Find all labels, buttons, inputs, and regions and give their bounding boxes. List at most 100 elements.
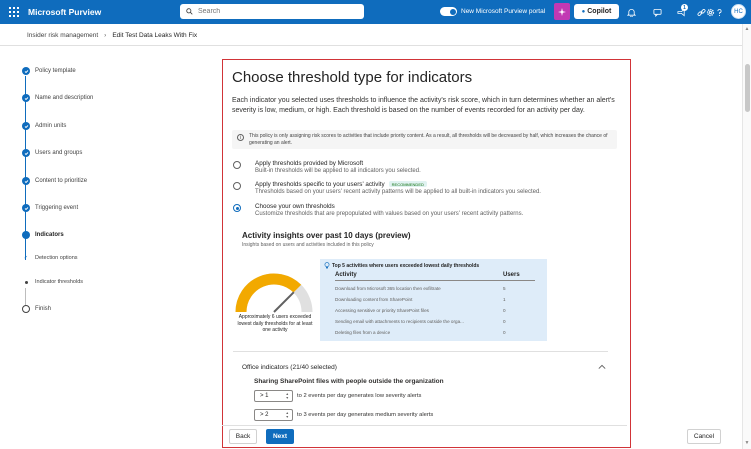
check-icon bbox=[22, 67, 30, 75]
threshold-medium-input[interactable]: > 2 ▲ ▼ bbox=[254, 409, 293, 421]
indicator-section-title: Sharing SharePoint files with people out… bbox=[254, 378, 444, 385]
new-portal-label: New Microsoft Purview portal bbox=[461, 8, 546, 15]
help-icon[interactable] bbox=[712, 5, 726, 19]
copilot-button[interactable]: ● Copilot bbox=[574, 4, 619, 19]
step-admin-units[interactable]: Admin units bbox=[22, 122, 66, 130]
radio-button-selected[interactable] bbox=[233, 204, 241, 212]
next-button[interactable]: Next bbox=[266, 429, 294, 444]
app-name[interactable]: Microsoft Purview bbox=[28, 7, 101, 17]
check-icon bbox=[22, 204, 30, 212]
threshold-value: > 1 bbox=[260, 393, 269, 399]
users-gauge bbox=[235, 273, 313, 313]
office-indicators-accordion[interactable]: Office indicators (21/40 selected) bbox=[242, 364, 337, 371]
accordion-divider bbox=[233, 351, 608, 352]
avatar[interactable]: HC bbox=[731, 4, 746, 19]
step-finish[interactable]: Finish bbox=[22, 305, 51, 313]
top-activities-card: Top 5 activities where users exceeded lo… bbox=[320, 259, 547, 341]
option-title-text: Apply thresholds specific to your users'… bbox=[255, 181, 385, 188]
lightbulb-icon bbox=[324, 262, 330, 269]
step-label: Name and description bbox=[35, 95, 94, 101]
users-cell: 1 bbox=[503, 297, 506, 302]
activity-cell: Sending email with attachments to recipi… bbox=[335, 319, 464, 324]
step-label: Indicators bbox=[35, 232, 64, 238]
activity-cell: Deleting files from a device bbox=[335, 330, 391, 335]
search-icon bbox=[186, 8, 193, 15]
check-icon bbox=[22, 149, 30, 157]
step-content-to-prioritize[interactable]: Content to prioritize bbox=[22, 177, 87, 185]
column-activity: Activity bbox=[335, 272, 357, 278]
spin-button-icon[interactable]: ▲ ▼ bbox=[286, 411, 289, 419]
new-portal-toggle[interactable] bbox=[440, 7, 457, 16]
notification-badge: 1 bbox=[681, 4, 688, 11]
breadcrumb-current: Edit Test Data Leaks With Fix bbox=[112, 32, 198, 39]
table-header-divider bbox=[335, 280, 535, 281]
users-cell: 0 bbox=[503, 330, 506, 335]
option-title: Choose your own thresholds bbox=[255, 203, 335, 210]
step-label: Detection options bbox=[35, 255, 78, 261]
option-description: Built-in thresholds will be applied to a… bbox=[255, 168, 421, 174]
users-cell: 5 bbox=[503, 286, 506, 291]
chevron-up-icon[interactable] bbox=[598, 364, 606, 370]
breadcrumb-parent[interactable]: Insider risk management bbox=[27, 32, 98, 39]
scroll-down-icon[interactable]: ▼ bbox=[745, 440, 750, 446]
option-description: Customize thresholds that are prepopulat… bbox=[255, 211, 524, 217]
top-header: Microsoft Purview bbox=[0, 0, 751, 24]
step-label: Indicator thresholds bbox=[35, 279, 83, 285]
radio-button[interactable] bbox=[233, 182, 241, 190]
empty-step-icon bbox=[22, 305, 30, 313]
users-cell: 0 bbox=[503, 308, 506, 313]
breadcrumb: Insider risk management › Edit Test Data… bbox=[27, 32, 197, 39]
gauge-needle bbox=[273, 291, 295, 313]
threshold-row-low: > 1 ▲ ▼ to 2 events per day generates low… bbox=[254, 390, 421, 402]
sparkle-icon bbox=[558, 7, 566, 16]
page-scrollbar[interactable]: ▲ ▼ bbox=[742, 24, 751, 449]
step-detection-options[interactable]: ✓ Detection options bbox=[22, 255, 78, 261]
recommended-badge: RECOMMENDED bbox=[388, 181, 427, 188]
step-label: Content to prioritize bbox=[35, 178, 88, 184]
spin-button-icon[interactable]: ▲ ▼ bbox=[286, 392, 289, 400]
top-activities-title: Top 5 activities where users exceeded lo… bbox=[332, 263, 480, 269]
back-button[interactable]: Back bbox=[229, 429, 257, 444]
step-policy-template[interactable]: Policy template bbox=[22, 67, 76, 75]
threshold-row-medium: > 2 ▲ ▼ to 3 events per day generates med… bbox=[254, 409, 433, 421]
copilot-app-button[interactable] bbox=[554, 3, 570, 20]
feedback-icon[interactable] bbox=[650, 5, 664, 19]
copilot-label: Copilot bbox=[587, 8, 612, 15]
page-description: Each indicator you selected uses thresho… bbox=[232, 97, 615, 114]
current-step-icon bbox=[22, 231, 30, 239]
check-icon bbox=[22, 122, 30, 130]
footer-divider bbox=[222, 425, 627, 426]
check-icon bbox=[22, 177, 30, 185]
scroll-thumb[interactable] bbox=[745, 64, 750, 112]
step-indicators[interactable]: Indicators bbox=[22, 231, 64, 239]
app-launcher-icon[interactable] bbox=[9, 7, 19, 17]
copilot-icon: ● bbox=[581, 8, 586, 15]
activity-cell: Accessing sensitive or priority SharePoi… bbox=[335, 308, 429, 313]
step-label: Triggering event bbox=[35, 205, 79, 211]
substep-check-icon: ✓ bbox=[23, 255, 29, 261]
column-users: Users bbox=[503, 272, 520, 278]
bell-icon[interactable] bbox=[624, 5, 638, 19]
insights-title: Activity insights over past 10 days (pre… bbox=[242, 231, 411, 240]
users-cell: 0 bbox=[503, 319, 506, 324]
step-name-and-description[interactable]: Name and description bbox=[22, 94, 93, 102]
gauge-caption: Approximately 6 users exceeded lowest da… bbox=[237, 314, 313, 333]
cancel-button[interactable]: Cancel bbox=[687, 429, 721, 444]
activity-cell: Download from Microsoft 365 location the… bbox=[335, 286, 441, 291]
search-input[interactable] bbox=[198, 8, 348, 15]
threshold-low-input[interactable]: > 1 ▲ ▼ bbox=[254, 390, 293, 402]
scroll-up-icon[interactable]: ▲ bbox=[745, 26, 750, 32]
option-title: Apply thresholds specific to your users'… bbox=[255, 181, 427, 188]
info-icon: i bbox=[237, 134, 244, 141]
step-label: Admin units bbox=[35, 123, 67, 129]
option-title: Apply thresholds provided by Microsoft bbox=[255, 160, 364, 167]
step-users-and-groups[interactable]: Users and groups bbox=[22, 149, 82, 157]
search-box[interactable] bbox=[180, 4, 364, 19]
step-triggering-event[interactable]: Triggering event bbox=[22, 204, 78, 212]
step-label: Users and groups bbox=[35, 150, 83, 156]
check-icon bbox=[22, 94, 30, 102]
radio-button[interactable] bbox=[233, 161, 241, 169]
wizard-stepper: Policy template Name and description Adm… bbox=[0, 46, 215, 449]
step-label: Policy template bbox=[35, 68, 76, 74]
step-indicator-thresholds[interactable]: Indicator thresholds bbox=[22, 279, 83, 285]
